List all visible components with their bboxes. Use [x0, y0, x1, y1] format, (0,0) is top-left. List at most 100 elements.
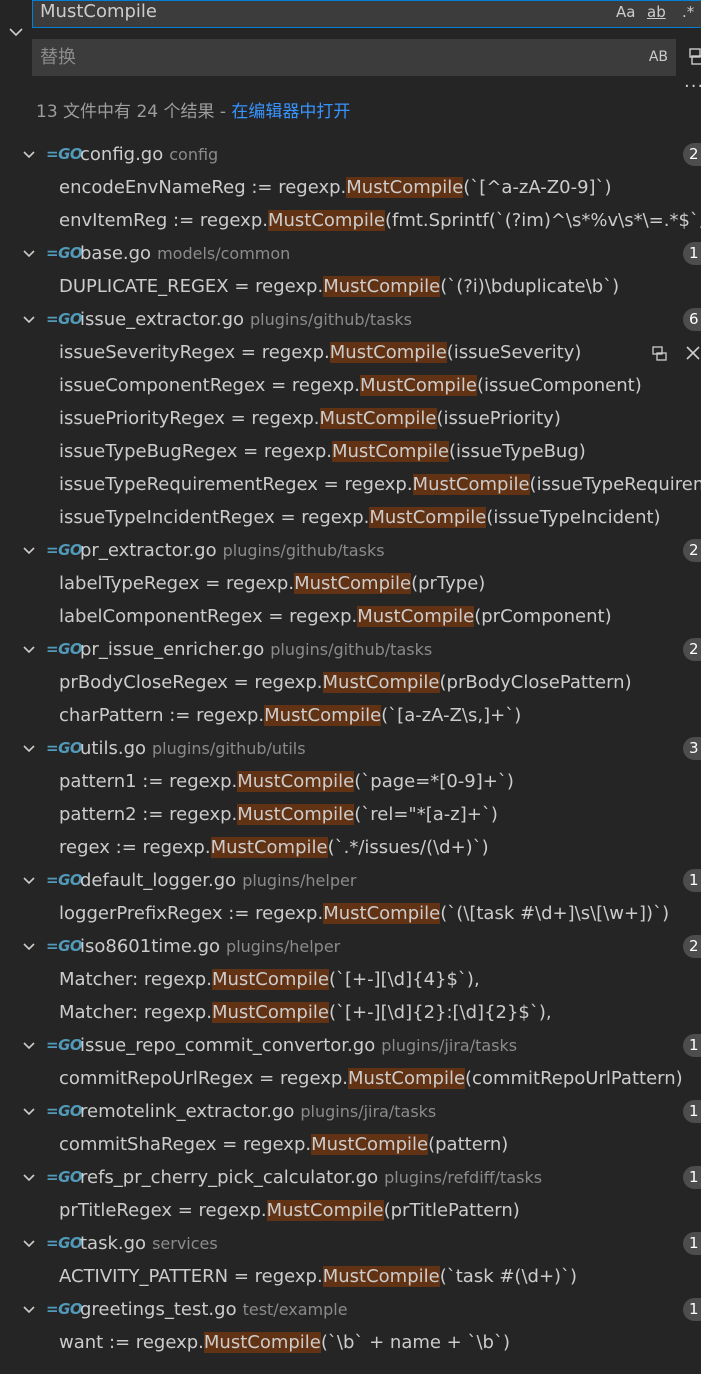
- match-after-text: (commitRepoUrlPattern): [465, 1068, 683, 1089]
- replace-input[interactable]: 替换 AB: [32, 39, 676, 76]
- chevron-down-icon[interactable]: [21, 1038, 37, 1054]
- match-line-row[interactable]: charPattern := regexp.MustCompile(`[a-zA…: [0, 699, 701, 732]
- match-line-row[interactable]: envItemReg := regexp.MustCompile(fmt.Spr…: [0, 204, 701, 237]
- match-highlight: MustCompile: [237, 771, 355, 792]
- match-line-row[interactable]: prBodyCloseRegex = regexp.MustCompile(pr…: [0, 666, 701, 699]
- match-line-row[interactable]: DUPLICATE_REGEX = regexp.MustCompile(`(?…: [0, 270, 701, 303]
- match-line-row[interactable]: prTitleRegex = regexp.MustCompile(prTitl…: [0, 1194, 701, 1227]
- close-icon[interactable]: [684, 344, 701, 362]
- regex-icon[interactable]: .*: [682, 1, 694, 23]
- file-result-row[interactable]: =GO remotelink_extractor.go plugins/jira/t…: [0, 1095, 701, 1128]
- file-name: issue_extractor.go plugins/github/tasks: [80, 303, 412, 336]
- match-line-row[interactable]: ACTIVITY_PATTERN = regexp.MustCompile(`t…: [0, 1260, 701, 1293]
- file-name-text: refs_pr_cherry_pick_calculator.go: [80, 1167, 379, 1188]
- file-result-row[interactable]: =GO task.go services 1: [0, 1227, 701, 1260]
- file-result-row[interactable]: =GO base.go models/common 1: [0, 237, 701, 270]
- match-line-row[interactable]: labelComponentRegex = regexp.MustCompile…: [0, 600, 701, 633]
- file-name-text: default_logger.go: [80, 870, 237, 891]
- file-result-row[interactable]: =GO iso8601time.go plugins/helper 2: [0, 930, 701, 963]
- chevron-down-icon[interactable]: [21, 1170, 37, 1186]
- match-line: issueSeverityRegex = regexp.MustCompile(…: [59, 336, 581, 369]
- match-line-row[interactable]: encodeEnvNameReg := regexp.MustCompile(`…: [0, 171, 701, 204]
- chevron-down-icon[interactable]: [21, 873, 37, 889]
- match-line: labelTypeRegex = regexp.MustCompile(prTy…: [59, 567, 485, 600]
- match-line: commitRepoUrlRegex = regexp.MustCompile(…: [59, 1062, 683, 1095]
- chevron-down-icon[interactable]: [21, 1104, 37, 1120]
- replace-all-icon[interactable]: [689, 47, 701, 65]
- file-name: refs_pr_cherry_pick_calculator.go plugins…: [80, 1161, 542, 1194]
- file-name: issue_repo_commit_convertor.go plugins/ji…: [80, 1029, 517, 1062]
- match-line-row[interactable]: pattern1 := regexp.MustCompile(`page=*[0…: [0, 765, 701, 798]
- file-name: greetings_test.go test/example: [80, 1293, 348, 1326]
- match-count-badge: 2: [683, 638, 701, 661]
- more-icon[interactable]: ···: [684, 78, 701, 96]
- go-file-icon: =GO: [46, 310, 83, 328]
- file-result-row[interactable]: =GO greetings_test.go test/example 1: [0, 1293, 701, 1326]
- match-after-text: (prTitlePattern): [383, 1200, 520, 1221]
- file-result-row[interactable]: =GO refs_pr_cherry_pick_calculator.go plug…: [0, 1161, 701, 1194]
- go-file-icon: =GO: [46, 1036, 83, 1054]
- file-result-row[interactable]: =GO config.go config 2: [0, 138, 701, 171]
- match-case-icon[interactable]: Aa: [616, 1, 635, 23]
- file-path: plugins/github/tasks: [222, 541, 385, 560]
- match-line-row[interactable]: issuePriorityRegex = regexp.MustCompile(…: [0, 402, 701, 435]
- chevron-down-icon[interactable]: [21, 642, 37, 658]
- match-after-text: (`(\[task #\d+]\s\[\w+])`): [440, 903, 670, 924]
- replace-icon[interactable]: [651, 344, 669, 362]
- match-highlight: MustCompile: [412, 474, 530, 495]
- match-line-row[interactable]: pattern2 := regexp.MustCompile(`rel="*[a…: [0, 798, 701, 831]
- file-result-row[interactable]: =GO default_logger.go plugins/helper 1: [0, 864, 701, 897]
- file-result-row[interactable]: =GO pr_extractor.go plugins/github/tasks 2: [0, 534, 701, 567]
- whole-word-icon[interactable]: ab: [647, 1, 666, 23]
- file-name: config.go config: [80, 138, 218, 171]
- file-result-row[interactable]: =GO issue_repo_commit_convertor.go plugins…: [0, 1029, 701, 1062]
- go-file-icon: =GO: [46, 145, 83, 163]
- match-highlight: MustCompile: [311, 1134, 429, 1155]
- chevron-down-icon[interactable]: [21, 147, 37, 163]
- match-line-row[interactable]: issueSeverityRegex = regexp.MustCompile(…: [0, 336, 701, 369]
- chevron-down-icon[interactable]: [6, 22, 26, 42]
- open-in-editor-link[interactable]: 在编辑器中打开: [231, 102, 350, 122]
- match-line: issueComponentRegex = regexp.MustCompile…: [59, 369, 642, 402]
- chevron-down-icon[interactable]: [21, 543, 37, 559]
- match-line-row[interactable]: labelTypeRegex = regexp.MustCompile(prTy…: [0, 567, 701, 600]
- chevron-down-icon[interactable]: [21, 741, 37, 757]
- match-after-text: (`rel="*[a-z]+`): [354, 804, 498, 825]
- match-line-row[interactable]: regex := regexp.MustCompile(`.*/issues/(…: [0, 831, 701, 864]
- match-line-row[interactable]: Matcher: regexp.MustCompile(`[+-][\d]{4}…: [0, 963, 701, 996]
- match-line-row[interactable]: loggerPrefixRegex := regexp.MustCompile(…: [0, 897, 701, 930]
- search-input[interactable]: MustCompile Aa ab .*: [32, 0, 701, 28]
- file-result-row[interactable]: =GO utils.go plugins/github/utils 3: [0, 732, 701, 765]
- match-line-row[interactable]: commitRepoUrlRegex = regexp.MustCompile(…: [0, 1062, 701, 1095]
- file-name-text: base.go: [80, 243, 152, 264]
- file-name: base.go models/common: [80, 237, 290, 270]
- file-result-row[interactable]: =GO pr_issue_enricher.go plugins/github/ta…: [0, 633, 701, 666]
- match-line-row[interactable]: issueTypeBugRegex = regexp.MustCompile(i…: [0, 435, 701, 468]
- match-line-row[interactable]: want := regexp.MustCompile(`\b` + name +…: [0, 1326, 701, 1359]
- file-result-row[interactable]: =GO issue_extractor.go plugins/github/task…: [0, 303, 701, 336]
- match-after-text: (prBodyClosePattern): [439, 672, 632, 693]
- match-after-text: (issueTypeRequirement: [529, 474, 701, 495]
- match-after-text: (issueTypeBug): [448, 441, 586, 462]
- file-path: plugins/github/tasks: [270, 640, 433, 659]
- match-before-text: issueComponentRegex = regexp.: [59, 375, 360, 396]
- match-line-row[interactable]: issueTypeIncidentRegex = regexp.MustComp…: [0, 501, 701, 534]
- match-before-text: commitRepoUrlRegex = regexp.: [59, 1068, 349, 1089]
- match-line-row[interactable]: issueComponentRegex = regexp.MustCompile…: [0, 369, 701, 402]
- match-highlight: MustCompile: [294, 573, 412, 594]
- match-line: pattern2 := regexp.MustCompile(`rel="*[a…: [59, 798, 498, 831]
- preserve-case-icon[interactable]: AB: [649, 39, 668, 76]
- replace-placeholder: 替换: [40, 47, 76, 68]
- match-count-badge: 3: [683, 737, 701, 760]
- match-line: regex := regexp.MustCompile(`.*/issues/(…: [59, 831, 489, 864]
- match-line-row[interactable]: issueTypeRequirementRegex = regexp.MustC…: [0, 468, 701, 501]
- match-line-row[interactable]: Matcher: regexp.MustCompile(`[+-][\d]{2}…: [0, 996, 701, 1029]
- chevron-down-icon[interactable]: [21, 1236, 37, 1252]
- chevron-down-icon[interactable]: [21, 939, 37, 955]
- match-line-row[interactable]: commitShaRegex = regexp.MustCompile(patt…: [0, 1128, 701, 1161]
- chevron-down-icon[interactable]: [21, 312, 37, 328]
- chevron-down-icon[interactable]: [21, 246, 37, 262]
- chevron-down-icon[interactable]: [21, 1302, 37, 1318]
- go-file-icon: =GO: [46, 739, 83, 757]
- match-count-badge: 1: [683, 1232, 701, 1255]
